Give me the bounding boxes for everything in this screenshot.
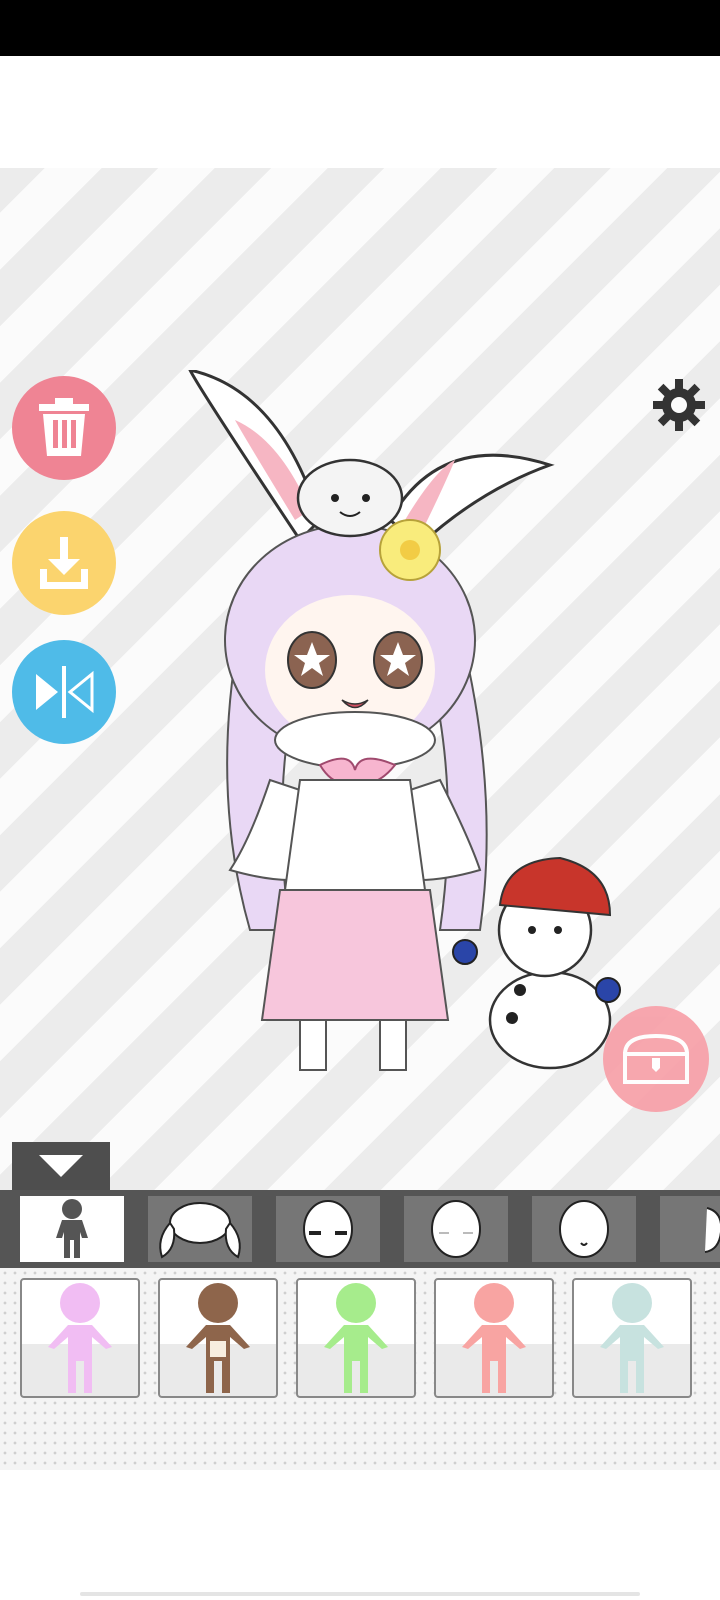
collapse-panel-button[interactable] bbox=[12, 1142, 110, 1190]
gear-icon bbox=[653, 379, 705, 431]
flip-icon bbox=[36, 666, 94, 718]
trash-button[interactable] bbox=[12, 376, 116, 480]
body-option-lilac[interactable] bbox=[20, 1278, 140, 1398]
triangle-down-icon bbox=[39, 1155, 83, 1177]
category-tab-body[interactable] bbox=[20, 1196, 124, 1262]
flip-button[interactable] bbox=[12, 640, 116, 744]
body-figure bbox=[462, 1283, 526, 1393]
treasure-chest-icon bbox=[622, 1033, 690, 1084]
bottom-spacer bbox=[0, 1470, 720, 1600]
download-button[interactable] bbox=[12, 511, 116, 615]
face-shape-icon bbox=[431, 1200, 481, 1258]
body-figure bbox=[186, 1283, 250, 1393]
category-tab-eyes[interactable] bbox=[276, 1196, 380, 1262]
top-spacer bbox=[0, 56, 720, 168]
body-option-mint[interactable] bbox=[572, 1278, 692, 1398]
hair-icon bbox=[159, 1202, 241, 1259]
body-option-green[interactable] bbox=[296, 1278, 416, 1398]
body-option-coral[interactable] bbox=[434, 1278, 554, 1398]
status-bar bbox=[0, 0, 720, 56]
trash-icon bbox=[39, 398, 89, 456]
body-figure bbox=[324, 1283, 388, 1393]
mouth-icon bbox=[559, 1200, 609, 1258]
category-tab-bar bbox=[0, 1190, 720, 1268]
body-options-panel bbox=[0, 1268, 720, 1470]
category-tab-face[interactable] bbox=[404, 1196, 508, 1262]
body-icon bbox=[56, 1199, 88, 1258]
eyes-face-icon bbox=[303, 1200, 353, 1258]
chibi-character bbox=[188, 370, 621, 1071]
settings-button[interactable] bbox=[652, 378, 706, 432]
category-tab-hair[interactable] bbox=[148, 1196, 252, 1262]
body-figure bbox=[48, 1283, 112, 1393]
category-tab-mouth[interactable] bbox=[532, 1196, 636, 1262]
body-figure bbox=[600, 1283, 664, 1393]
body-option-brown[interactable] bbox=[158, 1278, 278, 1398]
download-icon bbox=[40, 537, 88, 589]
ear-icon bbox=[704, 1207, 720, 1253]
category-tab-ears[interactable] bbox=[660, 1196, 720, 1262]
gesture-nav-bar bbox=[80, 1592, 640, 1596]
chest-button[interactable] bbox=[603, 1006, 709, 1112]
